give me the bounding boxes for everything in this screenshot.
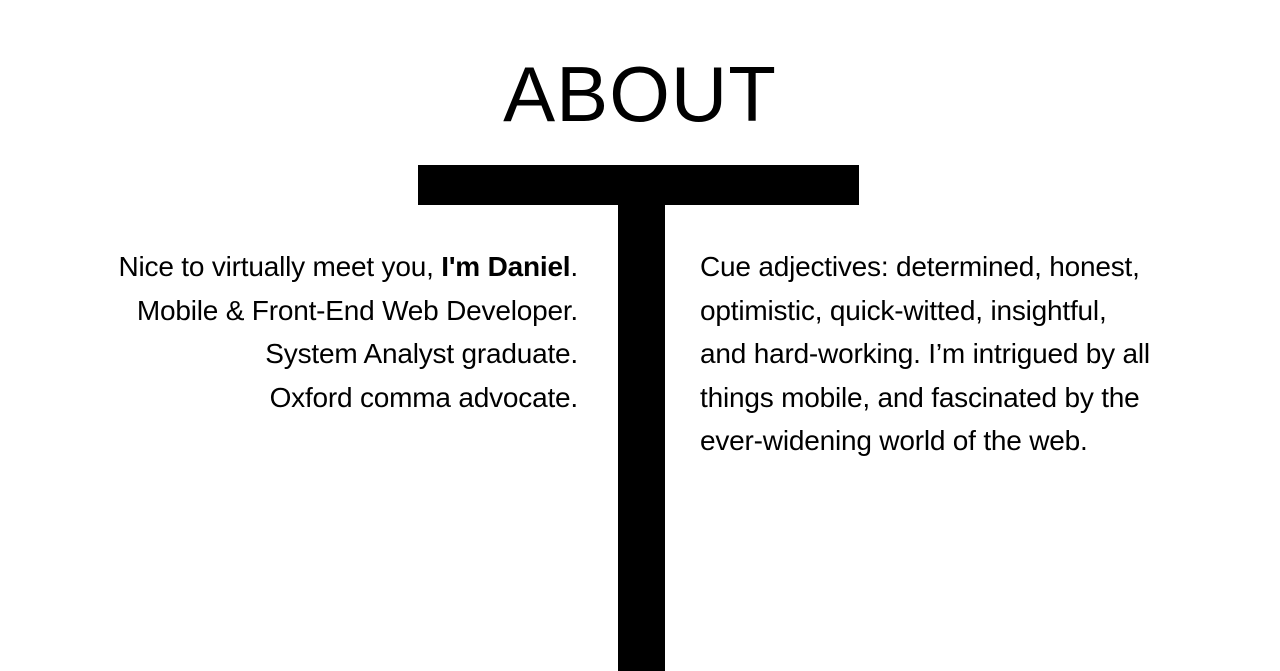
intro-role: Mobile & Front-End Web Developer. [136,294,578,326]
description-column: Cue adjectives: determined, honest, opti… [700,245,1210,463]
intro-education: System Analyst graduate. [265,338,578,369]
description-line: ever-widening world of the web. [700,425,1088,456]
description-line: things mobile, and fascinated by the [700,381,1140,413]
description-line: optimistic, quick-witted, insightful, [700,294,1107,326]
t-divider-crossbar [418,165,859,205]
author-name: I'm Daniel [441,251,571,282]
greeting-text: Nice to virtually meet you, [118,251,442,282]
description-line: Cue adjectives: determined, honest, [700,251,1140,282]
t-divider-stem [618,205,665,671]
greeting-period: . [570,251,578,282]
intro-column: Nice to virtually meet you, I'm Daniel. … [0,245,579,419]
page-title: ABOUT [503,50,777,138]
about-section: ABOUT Nice to virtually meet you, I'm Da… [0,0,1280,671]
intro-greeting: Nice to virtually meet you, I'm Daniel. [0,245,579,289]
intro-fun-fact: Oxford comma advocate. [269,381,579,413]
description-line: and hard-working. I’m intrigued by all [700,338,1150,369]
